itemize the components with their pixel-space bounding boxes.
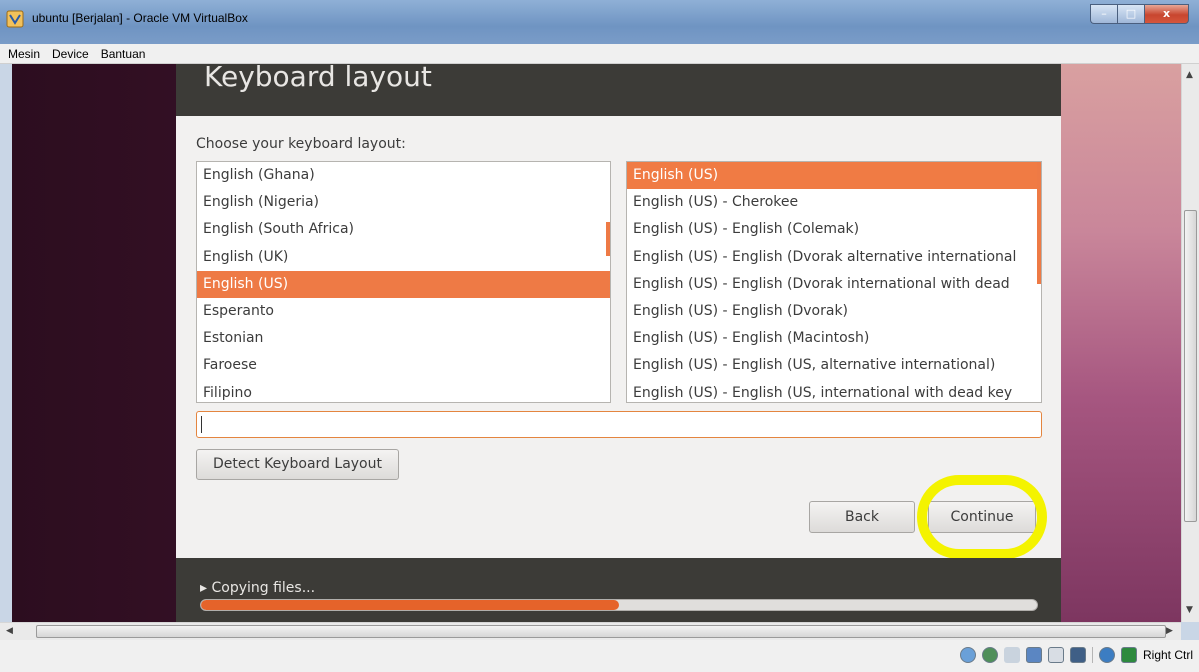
continue-highlight-annotation <box>917 475 1047 559</box>
vertical-scroll-thumb[interactable] <box>1184 210 1197 522</box>
horizontal-scrollbar[interactable]: ◀ ▶ <box>0 622 1181 640</box>
layout-item[interactable]: Filipino <box>197 380 610 403</box>
layout-item[interactable]: English (South Africa) <box>197 216 610 243</box>
menu-bar: Mesin Device Bantuan <box>0 44 1199 64</box>
scroll-up-arrow-icon[interactable]: ▲ <box>1186 70 1193 80</box>
text-caret <box>201 416 202 433</box>
layout-item[interactable]: English (Nigeria) <box>197 189 610 216</box>
scroll-left-arrow-icon[interactable]: ◀ <box>6 626 13 636</box>
copy-progress-bar <box>200 599 1038 611</box>
desktop-wallpaper <box>1061 64 1181 622</box>
layout-list[interactable]: English (Ghana) English (Nigeria) Englis… <box>196 161 611 403</box>
shared-folders-icon[interactable] <box>1047 647 1064 663</box>
copying-files-label[interactable]: ▸ Copying files... <box>200 580 315 596</box>
installer-footer: ▸ Copying files... <box>176 558 1061 622</box>
variant-item[interactable]: English (US) - English (Dvorak internati… <box>627 271 1041 298</box>
host-key-label: Right Ctrl <box>1142 648 1193 662</box>
variant-item[interactable]: English (US) - English (US, alternative … <box>627 352 1041 379</box>
close-button[interactable]: x <box>1144 4 1189 24</box>
layout-item[interactable]: English (Ghana) <box>197 162 610 189</box>
layout-prompt: Choose your keyboard layout: <box>196 136 406 152</box>
hard-disk-icon[interactable] <box>959 647 976 663</box>
title-bar: ubuntu [Berjalan] - Oracle VM VirtualBox… <box>0 0 1199 44</box>
scroll-down-arrow-icon[interactable]: ▼ <box>1186 605 1193 615</box>
guest-screen[interactable]: Keyboard layout Choose your keyboard lay… <box>12 64 1181 622</box>
layout-item[interactable]: Faroese <box>197 352 610 379</box>
variant-list-scrollbar[interactable] <box>1037 162 1041 284</box>
variant-item[interactable]: English (US) - English (US, internationa… <box>627 380 1041 403</box>
installer-header: Keyboard layout <box>176 64 1061 116</box>
detect-keyboard-layout-button[interactable]: Detect Keyboard Layout <box>196 449 399 480</box>
vertical-scrollbar[interactable]: ▲ ▼ <box>1181 64 1199 622</box>
status-bar: Right Ctrl <box>0 640 1199 672</box>
layout-item[interactable]: English (UK) <box>197 244 610 271</box>
cd-drive-icon[interactable] <box>981 647 998 663</box>
back-button[interactable]: Back <box>809 501 915 533</box>
variant-item-selected[interactable]: English (US) <box>627 162 1041 190</box>
scroll-right-arrow-icon[interactable]: ▶ <box>1166 626 1173 636</box>
usb-icon[interactable] <box>1003 647 1020 663</box>
variant-item[interactable]: English (US) - English (Dvorak alternati… <box>627 244 1041 271</box>
variant-item[interactable]: English (US) - English (Macintosh) <box>627 325 1041 352</box>
layout-list-scrollbar[interactable] <box>606 222 610 256</box>
network-icon[interactable] <box>1025 647 1042 663</box>
minimize-button[interactable]: – <box>1090 4 1117 24</box>
page-title: Keyboard layout <box>204 64 432 93</box>
variant-item[interactable]: English (US) - Cherokee <box>627 189 1041 216</box>
menu-bantuan[interactable]: Bantuan <box>95 47 152 61</box>
variant-list[interactable]: English (US) English (US) - Cherokee Eng… <box>626 161 1042 403</box>
host-key-arrow-icon <box>1120 647 1137 663</box>
copy-progress-fill <box>201 600 619 610</box>
menu-mesin[interactable]: Mesin <box>2 47 46 61</box>
maximize-button[interactable]: □ <box>1117 4 1144 24</box>
window-title: ubuntu [Berjalan] - Oracle VM VirtualBox <box>32 11 248 25</box>
installer-window: Keyboard layout Choose your keyboard lay… <box>176 64 1061 622</box>
layout-item[interactable]: Estonian <box>197 325 610 352</box>
keyboard-test-input[interactable] <box>196 411 1042 438</box>
horizontal-scroll-thumb[interactable] <box>36 625 1166 638</box>
layout-item[interactable]: Esperanto <box>197 298 610 325</box>
layout-item-selected[interactable]: English (US) <box>197 270 610 298</box>
status-separator <box>1091 647 1093 663</box>
mouse-integration-icon[interactable] <box>1098 647 1115 663</box>
display-icon[interactable] <box>1069 647 1086 663</box>
menu-device[interactable]: Device <box>46 47 95 61</box>
virtualbox-icon <box>6 10 24 28</box>
variant-item[interactable]: English (US) - English (Dvorak) <box>627 298 1041 325</box>
variant-item[interactable]: English (US) - English (Colemak) <box>627 216 1041 243</box>
